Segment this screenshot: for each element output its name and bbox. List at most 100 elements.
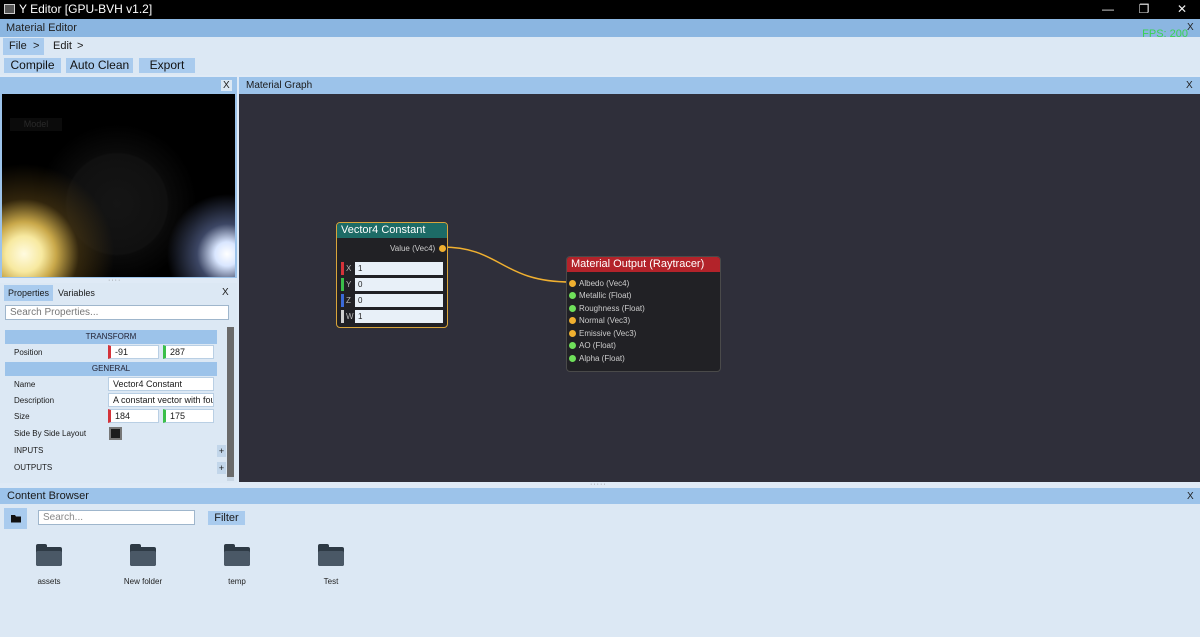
folder-temp[interactable]: temp — [207, 544, 267, 586]
menu-edit-label: Edit — [53, 40, 72, 52]
size-width-field[interactable]: 184 — [108, 409, 159, 423]
filter-button[interactable]: Filter — [208, 511, 245, 525]
material-output-node[interactable]: Material Output (Raytracer) Albedo (Vec4… — [566, 256, 721, 372]
roughness-input-pin[interactable] — [569, 305, 576, 312]
side-by-side-checkbox[interactable] — [109, 427, 122, 440]
material-output-node-title: Material Output (Raytracer) — [567, 257, 720, 272]
transform-section-header[interactable]: TRANSFORM — [5, 330, 217, 344]
compile-button[interactable]: Compile — [4, 58, 61, 73]
alpha-input-pin[interactable] — [569, 355, 576, 362]
connection-wire[interactable] — [441, 246, 572, 283]
close-content-browser-icon[interactable]: X — [1187, 491, 1194, 502]
window-title: Y Editor [GPU-BVH v1.2] — [19, 2, 153, 16]
vector4-output-pin[interactable] — [439, 245, 446, 252]
content-browser-title: Content Browser — [7, 490, 89, 502]
menu-file[interactable]: File > — [3, 38, 44, 55]
albedo-input-pin[interactable] — [569, 280, 576, 287]
material-graph-header: Material Graph X — [239, 77, 1200, 94]
graph-splitter-handle[interactable]: ····· — [590, 481, 607, 488]
w-axis-label: W — [346, 312, 354, 321]
folder-icon — [224, 544, 250, 566]
size-row: Size 184 175 — [5, 409, 217, 425]
content-browser-body: Search... Filter assets New folder temp … — [0, 504, 1200, 637]
metallic-input-pin[interactable] — [569, 292, 576, 299]
emissive-input-pin[interactable] — [569, 330, 576, 337]
export-button[interactable]: Export — [139, 58, 195, 73]
menu-edit-arrow-icon: > — [77, 40, 84, 52]
y-value-field[interactable]: 0 — [355, 278, 443, 291]
material-graph-canvas[interactable]: Vector4 Constant Value (Vec4) X 1 Y 0 Z … — [239, 94, 1200, 482]
name-label: Name — [14, 380, 36, 389]
close-window-button[interactable]: ✕ — [1164, 0, 1200, 19]
z-value-field[interactable]: 0 — [355, 294, 443, 307]
properties-search-input[interactable]: Search Properties... — [5, 305, 229, 320]
folder-test[interactable]: Test — [301, 544, 361, 586]
fps-counter: FPS: 200 — [1142, 28, 1188, 40]
description-field[interactable]: A constant vector with four c — [108, 393, 214, 407]
position-row: Position -91 287 — [5, 345, 217, 361]
folder-view-button[interactable] — [4, 508, 27, 529]
z-axis-marker — [341, 294, 344, 307]
menu-file-label: File — [9, 40, 27, 52]
normal-input-label: Normal (Vec3) — [579, 316, 631, 325]
w-value-field[interactable]: 1 — [355, 310, 443, 323]
side-by-side-label: Side By Side Layout — [14, 429, 87, 438]
vector4-output-label: Value (Vec4) — [390, 244, 436, 253]
metallic-input-label: Metallic (Float) — [579, 291, 632, 300]
close-preview-icon[interactable]: X — [221, 80, 232, 91]
tab-variables[interactable]: Variables — [54, 285, 99, 301]
description-row: Description A constant vector with four … — [5, 393, 217, 409]
folder-label: temp — [228, 577, 246, 586]
folder-assets[interactable]: assets — [19, 544, 79, 586]
inputs-label: INPUTS — [14, 446, 44, 455]
size-label: Size — [14, 412, 30, 421]
app-icon — [4, 4, 15, 14]
menu-bar: File > Edit > — [0, 37, 1200, 55]
position-x-field[interactable]: -91 — [108, 345, 159, 359]
menu-edit[interactable]: Edit > — [47, 38, 89, 55]
toolbar: Compile Auto Clean Export — [0, 55, 1200, 75]
roughness-input-label: Roughness (Float) — [579, 304, 645, 313]
auto-clean-button[interactable]: Auto Clean — [66, 58, 133, 73]
vector4-constant-node[interactable]: Vector4 Constant Value (Vec4) X 1 Y 0 Z … — [336, 222, 448, 328]
maximize-button[interactable]: ❐ — [1126, 0, 1162, 19]
tab-properties[interactable]: Properties — [4, 285, 54, 301]
outputs-row: OUTPUTS — [5, 460, 217, 476]
folder-icon — [11, 515, 21, 523]
name-field[interactable]: Vector4 Constant — [108, 377, 214, 391]
close-graph-icon[interactable]: X — [1186, 80, 1193, 91]
y-axis-label: Y — [346, 280, 352, 289]
emissive-input-label: Emissive (Vec3) — [579, 329, 637, 338]
z-axis-label: Z — [346, 296, 351, 305]
folder-new-folder[interactable]: New folder — [113, 544, 173, 586]
general-section-header[interactable]: GENERAL — [5, 362, 217, 376]
x-axis-marker — [341, 262, 344, 275]
ao-input-pin[interactable] — [569, 342, 576, 349]
material-preview-viewport[interactable]: Model — [2, 94, 235, 277]
close-properties-icon[interactable]: X — [222, 287, 229, 298]
vector4-node-title: Vector4 Constant — [337, 223, 447, 238]
position-y-field[interactable]: 287 — [163, 345, 214, 359]
add-input-button[interactable]: + — [217, 445, 226, 457]
normal-input-pin[interactable] — [569, 317, 576, 324]
alpha-input-label: Alpha (Float) — [579, 354, 625, 363]
w-axis-marker — [341, 310, 344, 323]
y-axis-marker — [341, 278, 344, 291]
position-label: Position — [14, 348, 43, 357]
add-output-button[interactable]: + — [217, 462, 226, 474]
folder-icon — [130, 544, 156, 566]
properties-panel: Properties Variables X Search Properties… — [0, 283, 237, 483]
description-label: Description — [14, 396, 55, 405]
size-height-field[interactable]: 175 — [163, 409, 214, 423]
model-dropdown[interactable]: Model — [10, 118, 62, 131]
content-search-input[interactable]: Search... — [38, 510, 195, 525]
content-browser-header: Content Browser X — [0, 488, 1200, 504]
ao-input-label: AO (Float) — [579, 341, 616, 350]
x-value-field[interactable]: 1 — [355, 262, 443, 275]
properties-scrollbar-thumb[interactable] — [227, 327, 234, 477]
close-editor-icon[interactable]: X — [1187, 22, 1194, 33]
material-graph-title: Material Graph — [246, 80, 313, 91]
minimize-button[interactable]: — — [1090, 0, 1126, 19]
name-row: Name Vector4 Constant — [5, 377, 217, 393]
folder-label: Test — [323, 577, 339, 586]
